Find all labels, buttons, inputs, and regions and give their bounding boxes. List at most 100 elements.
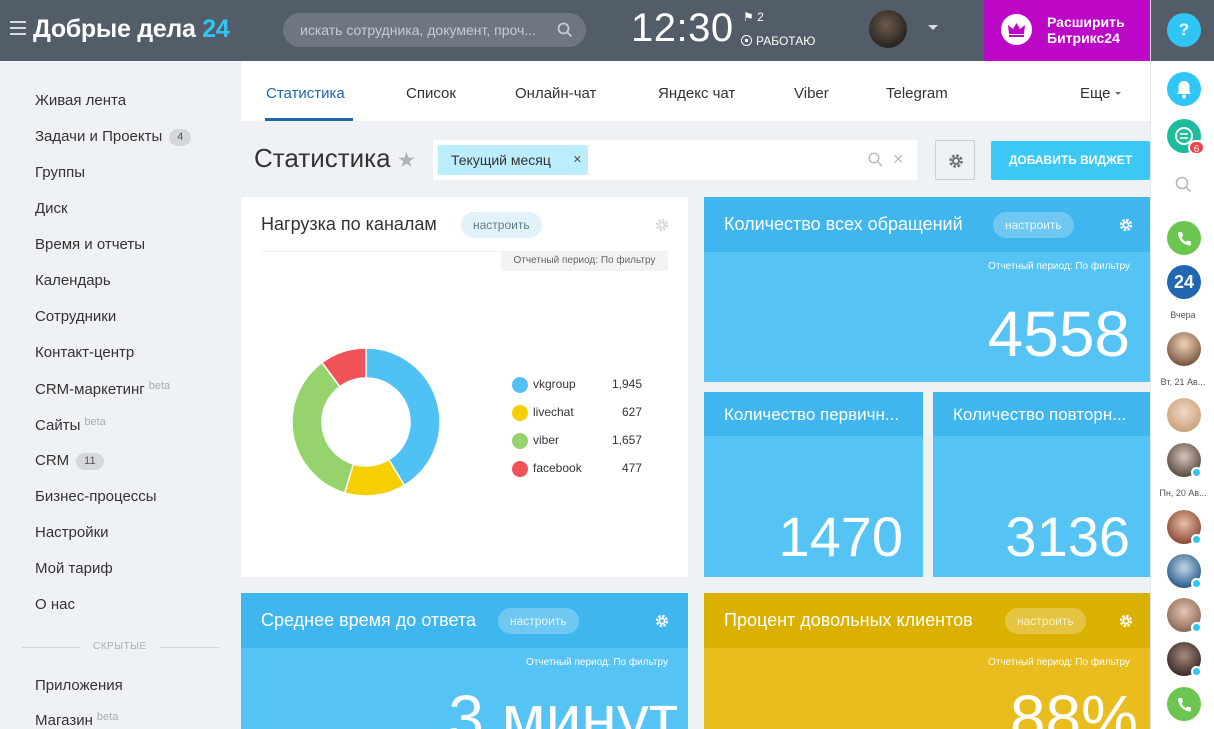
nav-item-disk[interactable]: Диск bbox=[35, 200, 68, 217]
tab-statistics[interactable]: Статистика bbox=[266, 85, 345, 102]
nav-item-employees[interactable]: Сотрудники bbox=[35, 308, 116, 325]
beta-tag: beta bbox=[148, 380, 171, 392]
nav-item-apps[interactable]: Приложения bbox=[35, 677, 123, 694]
nav-item-settings[interactable]: Настройки bbox=[35, 524, 109, 541]
legend-item[interactable]: vkgroup 1,945 bbox=[512, 376, 642, 394]
nav-label: Задачи и Проекты bbox=[35, 128, 163, 145]
notifications-button[interactable] bbox=[1167, 72, 1201, 106]
nav-item-live-feed[interactable]: Живая лента bbox=[35, 92, 126, 109]
filter-chip-label: Текущий месяц bbox=[451, 152, 551, 168]
help-button[interactable]: ? bbox=[1167, 13, 1201, 47]
nav-item-calendar[interactable]: Календарь bbox=[35, 272, 111, 289]
search-icon[interactable] bbox=[557, 22, 573, 38]
nav-item-sites[interactable]: Сайты beta bbox=[35, 416, 106, 434]
bell-icon bbox=[1177, 81, 1191, 99]
call-button[interactable] bbox=[1167, 687, 1201, 721]
logo-text: Добрые дела bbox=[33, 15, 196, 43]
upgrade-button[interactable]: Расширить Битрикс24 bbox=[984, 0, 1150, 61]
chat-avatar[interactable] bbox=[1167, 332, 1201, 366]
nav-item-about[interactable]: О нас bbox=[35, 596, 75, 613]
nav-label: Календарь bbox=[35, 272, 111, 289]
add-widget-button[interactable]: ДОБАВИТЬ ВИДЖЕТ bbox=[991, 141, 1150, 180]
upgrade-line2: Битрикс24 bbox=[1047, 30, 1120, 46]
gear-icon[interactable] bbox=[1118, 217, 1134, 233]
configure-button[interactable]: настроить bbox=[1005, 608, 1086, 634]
search-input[interactable] bbox=[300, 13, 550, 47]
tab-viber[interactable]: Viber bbox=[794, 85, 829, 102]
nav-item-tasks[interactable]: Задачи и Проекты 4 bbox=[35, 128, 192, 146]
widget-avg-response-time: Среднее время до ответа настроить Отчетн… bbox=[241, 593, 688, 729]
work-status[interactable]: РАБОТАЮ bbox=[741, 34, 815, 48]
user-avatar[interactable] bbox=[869, 10, 907, 48]
close-icon[interactable]: ✕ bbox=[573, 145, 582, 175]
widget-title: Нагрузка по каналам bbox=[261, 214, 437, 234]
configure-button[interactable]: настроить bbox=[993, 212, 1074, 238]
search-icon[interactable] bbox=[1175, 176, 1192, 193]
tab-list[interactable]: Список bbox=[406, 85, 456, 102]
tab-more[interactable]: Еще bbox=[1080, 85, 1121, 102]
configure-button[interactable]: настроить bbox=[461, 212, 542, 238]
clock[interactable]: 12:30 bbox=[631, 6, 734, 51]
widget-value: 3136 bbox=[1005, 505, 1130, 568]
filter-bar[interactable]: Текущий месяц ✕ × bbox=[433, 140, 917, 180]
chat-avatar[interactable] bbox=[1167, 398, 1201, 432]
lock-icon bbox=[1191, 534, 1202, 545]
nav-item-contact-center[interactable]: Контакт-центр bbox=[35, 344, 134, 361]
legend-swatch bbox=[512, 433, 528, 449]
legend-name: viber bbox=[533, 433, 560, 447]
phone-button[interactable] bbox=[1167, 221, 1201, 255]
widget-value: 88% bbox=[1009, 682, 1138, 729]
widget-primary-requests: Количество первичн... 1470 bbox=[704, 392, 923, 577]
nav-item-crm-marketing[interactable]: CRM-маркетинг beta bbox=[35, 380, 170, 398]
chevron-down-icon[interactable] bbox=[928, 25, 938, 30]
nav-label: Магазин bbox=[35, 712, 93, 729]
tab-yandex-chat[interactable]: Яндекс чат bbox=[658, 85, 735, 102]
legend-item[interactable]: facebook 477 bbox=[512, 460, 642, 478]
widget-value: 1470 bbox=[778, 505, 903, 568]
nav-item-my-plan[interactable]: Мой тариф bbox=[35, 560, 113, 577]
lock-icon bbox=[1191, 622, 1202, 633]
tab-online-chat[interactable]: Онлайн-чат bbox=[515, 85, 596, 102]
legend-item[interactable]: livechat 627 bbox=[512, 404, 642, 422]
period-label: Отчетный период: По фильтру bbox=[988, 657, 1130, 668]
gear-icon[interactable] bbox=[654, 217, 670, 233]
gear-icon[interactable] bbox=[1118, 613, 1134, 629]
widget-title: Количество повторн... bbox=[953, 405, 1127, 424]
menu-icon[interactable] bbox=[10, 21, 26, 35]
work-status-label: РАБОТАЮ bbox=[756, 34, 816, 48]
tab-telegram[interactable]: Telegram bbox=[886, 85, 948, 102]
widget-title: Количество первичн... bbox=[724, 405, 900, 424]
flag-icon: ⚑ bbox=[743, 10, 754, 24]
widget-total-requests: Количество всех обращений настроить Отче… bbox=[704, 197, 1150, 382]
nav-item-market[interactable]: Магазин beta bbox=[35, 711, 118, 729]
date-label: Вчера bbox=[1170, 310, 1196, 320]
settings-button[interactable] bbox=[935, 140, 975, 180]
widget-value: 3 минут bbox=[448, 682, 678, 729]
nav-label: Сотрудники bbox=[35, 308, 117, 325]
hidden-section-label[interactable]: СКРЫТЫЕ bbox=[80, 641, 160, 652]
nav-item-time-reports[interactable]: Время и отчеты bbox=[35, 236, 145, 253]
tasks-flag[interactable]: ⚑ 2 bbox=[743, 10, 764, 24]
legend-swatch bbox=[512, 461, 528, 477]
nav-label: Мой тариф bbox=[35, 560, 113, 577]
portal-logo[interactable]: Добрые дела 24 bbox=[33, 15, 230, 44]
widget-title: Среднее время до ответа bbox=[261, 610, 476, 630]
filter-chip[interactable]: Текущий месяц ✕ bbox=[438, 145, 588, 175]
nav-item-crm[interactable]: CRM 11 bbox=[35, 452, 104, 470]
configure-button[interactable]: настроить bbox=[498, 608, 579, 634]
legend-item[interactable]: viber 1,657 bbox=[512, 432, 642, 450]
bitrix24-chat-avatar[interactable]: 24 bbox=[1167, 265, 1201, 299]
nav-item-groups[interactable]: Группы bbox=[35, 164, 85, 181]
star-icon[interactable]: ★ bbox=[397, 148, 416, 173]
gear-icon[interactable] bbox=[654, 613, 670, 629]
nav-item-business-processes[interactable]: Бизнес-процессы bbox=[35, 488, 157, 505]
widget-title: Процент довольных клиентов bbox=[724, 610, 973, 630]
nav-label: Контакт-центр bbox=[35, 344, 135, 361]
nav-label: Настройки bbox=[35, 524, 109, 541]
lock-icon bbox=[1191, 578, 1202, 589]
page-title: Статистика bbox=[254, 143, 391, 173]
search-icon[interactable] bbox=[868, 152, 883, 167]
left-menu: Живая лента Задачи и Проекты 4 Группы Дис… bbox=[0, 61, 240, 729]
chevron-down-icon bbox=[1114, 92, 1121, 95]
clear-icon[interactable]: × bbox=[893, 149, 904, 170]
